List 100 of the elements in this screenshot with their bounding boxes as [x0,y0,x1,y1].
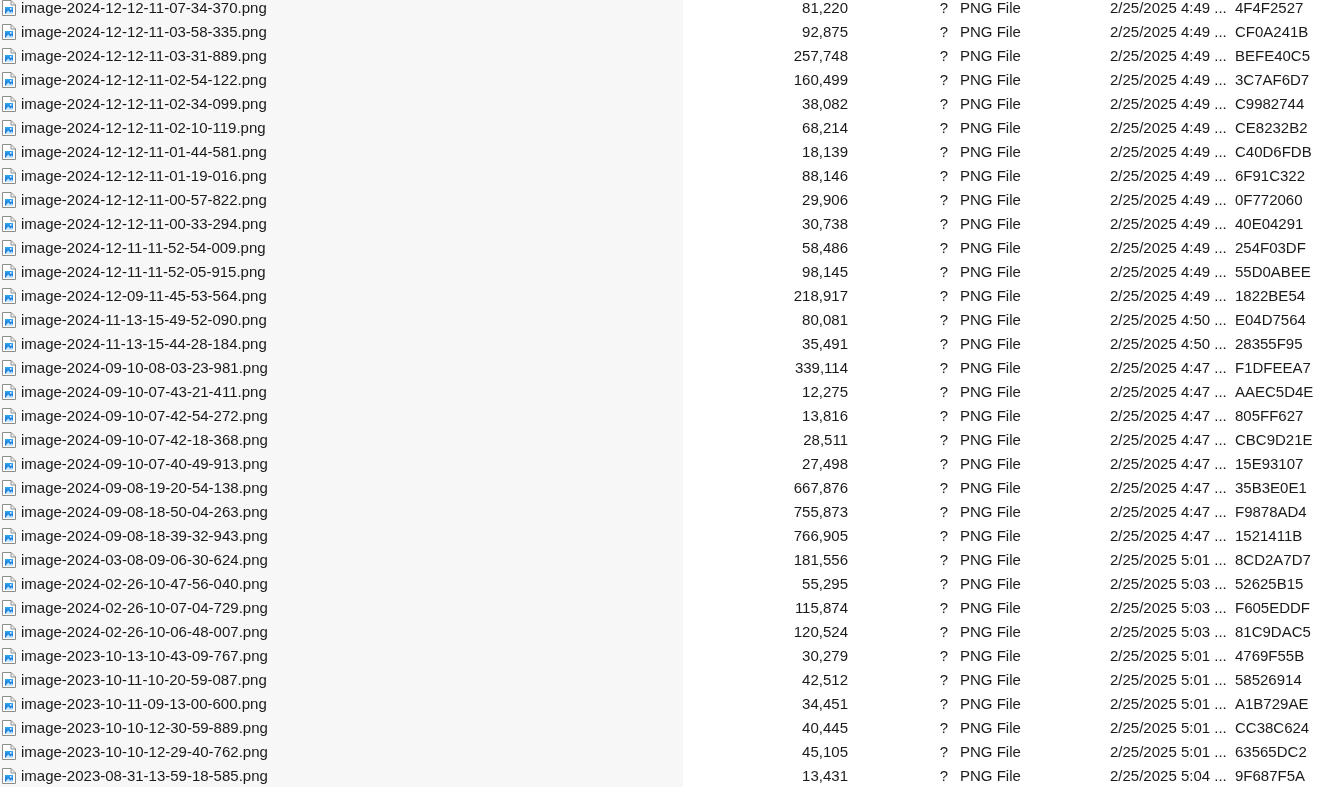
file-type: PNG File [960,480,1021,496]
file-size: 257,748 [793,48,848,64]
question-mark: ? [939,360,948,376]
image-file-icon [1,336,17,352]
question-mark: ? [939,120,948,136]
file-size: 766,905 [793,528,848,544]
file-size: 92,875 [802,24,848,40]
image-file-icon [1,24,17,40]
image-file-icon [1,528,17,544]
file-size: 28,511 [803,432,848,448]
file-size: 218,917 [793,288,848,304]
question-mark: ? [939,552,948,568]
file-size: 45,105 [802,744,848,760]
file-name[interactable]: image-2023-10-10-12-29-40-762.png [21,744,268,760]
image-file-icon [1,504,17,520]
file-name[interactable]: image-2024-09-08-18-39-32-943.png [21,528,268,544]
file-name[interactable]: image-2024-02-26-10-07-04-729.png [21,600,268,616]
file-size: 58,486 [802,240,848,256]
date-text: 2/25/2025 4:49 ... [1110,216,1227,232]
file-name[interactable]: image-2024-12-12-11-00-33-294.png [21,216,267,232]
date-text: 2/25/2025 4:47 ... [1110,432,1227,448]
file-name[interactable]: image-2024-12-12-11-02-34-099.png [21,96,267,112]
image-file-icon [1,264,17,280]
date-text: 2/25/2025 4:49 ... [1110,0,1227,16]
file-size: 181,556 [793,552,848,568]
image-file-icon [1,648,17,664]
file-name[interactable]: image-2024-12-12-11-01-19-016.png [21,168,267,184]
hex-code: BEFE40C5 [1235,48,1311,64]
date-text: 2/25/2025 5:04 ... [1110,768,1227,784]
question-mark: ? [939,336,948,352]
file-size: 68,214 [802,120,848,136]
file-name[interactable]: image-2023-08-31-13-59-18-585.png [21,768,268,784]
file-name[interactable]: image-2024-09-10-07-42-54-272.png [21,408,268,424]
hex-code: C40D6FDB [1235,144,1312,160]
hex-code: 1822BE54 [1235,288,1306,304]
date-text: 2/25/2025 5:03 ... [1110,576,1227,592]
file-name[interactable]: image-2024-12-12-11-03-31-889.png [21,48,267,64]
question-mark: ? [939,384,948,400]
file-name[interactable]: image-2024-02-26-10-47-56-040.png [21,576,268,592]
file-name[interactable]: image-2023-10-11-09-13-00-600.png [21,696,267,712]
file-name[interactable]: image-2023-10-10-12-30-59-889.png [21,720,268,736]
file-name[interactable]: image-2024-12-12-11-01-44-581.png [21,144,267,160]
hex-code: 15E93107 [1235,456,1304,472]
file-name[interactable]: image-2024-12-11-11-52-05-915.png [21,264,266,280]
file-name[interactable]: image-2024-09-10-08-03-23-981.png [21,360,268,376]
file-name[interactable]: image-2024-12-12-11-03-58-335.png [21,24,267,40]
file-name[interactable]: image-2024-09-10-07-40-49-913.png [21,456,268,472]
file-type: PNG File [960,264,1021,280]
image-file-icon [1,768,17,784]
file-name[interactable]: image-2024-12-12-11-07-34-370.png [21,0,267,16]
question-mark: ? [939,576,948,592]
file-type: PNG File [960,168,1021,184]
date-text: 2/25/2025 4:49 ... [1110,144,1227,160]
hex-code: 254F03DF [1235,240,1306,256]
file-type: PNG File [960,72,1021,88]
file-name[interactable]: image-2024-12-12-11-02-54-122.png [21,72,267,88]
file-name[interactable]: image-2023-10-11-10-20-59-087.png [21,672,267,688]
image-file-icon [1,600,17,616]
date-text: 2/25/2025 4:47 ... [1110,360,1227,376]
file-size: 160,499 [793,72,848,88]
hex-code: E04D7564 [1235,312,1306,328]
file-size: 13,816 [802,408,848,424]
question-mark: ? [939,312,948,328]
image-file-icon [1,192,17,208]
file-name[interactable]: image-2024-12-12-11-02-10-119.png [21,120,266,136]
date-text: 2/25/2025 5:01 ... [1110,552,1227,568]
file-type: PNG File [960,384,1021,400]
hex-code: 3C7AF6D7 [1235,72,1310,88]
file-name[interactable]: image-2024-02-26-10-06-48-007.png [21,624,268,640]
file-name[interactable]: image-2024-12-09-11-45-53-564.png [21,288,267,304]
date-text: 2/25/2025 4:49 ... [1110,288,1227,304]
file-name[interactable]: image-2024-12-11-11-52-54-009.png [21,240,266,256]
image-file-icon [1,384,17,400]
file-size: 34,451 [802,696,848,712]
hex-code: 58526914 [1235,672,1302,688]
file-type: PNG File [960,432,1021,448]
file-name[interactable]: image-2024-09-10-07-43-21-411.png [21,384,267,400]
image-file-icon [1,456,17,472]
file-name[interactable]: image-2024-09-08-19-20-54-138.png [21,480,268,496]
file-type: PNG File [960,576,1021,592]
date-text: 2/25/2025 4:49 ... [1110,192,1227,208]
file-name[interactable]: image-2024-09-08-18-50-04-263.png [21,504,268,520]
hex-code: 63565DC2 [1235,744,1307,760]
file-name[interactable]: image-2023-10-13-10-43-09-767.png [21,648,268,664]
hex-code: CBC9D21E [1235,432,1313,448]
file-name[interactable]: image-2024-09-10-07-42-18-368.png [21,432,268,448]
file-type: PNG File [960,600,1021,616]
file-size: 339,114 [794,360,848,376]
question-mark: ? [939,24,948,40]
file-size: 12,275 [802,384,848,400]
date-text: 2/25/2025 4:50 ... [1110,336,1227,352]
date-text: 2/25/2025 5:01 ... [1110,696,1227,712]
date-text: 2/25/2025 4:47 ... [1110,480,1227,496]
file-name[interactable]: image-2024-11-13-15-44-28-184.png [21,336,267,352]
file-type: PNG File [960,96,1021,112]
file-name[interactable]: image-2024-03-08-09-06-30-624.png [21,552,268,568]
hex-code: F605EDDF [1235,600,1311,616]
file-type: PNG File [960,672,1021,688]
file-name[interactable]: image-2024-12-12-11-00-57-822.png [21,192,267,208]
file-name[interactable]: image-2024-11-13-15-49-52-090.png [21,312,267,328]
